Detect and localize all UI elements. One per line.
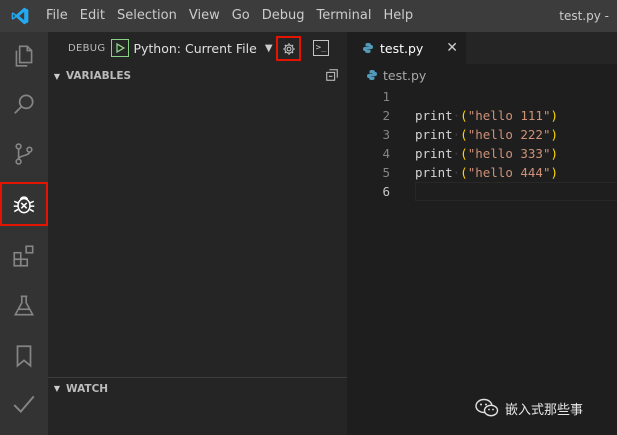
activity-testing[interactable] [0, 284, 48, 328]
debug-sidebar: DEBUG Python: Current File ▼ >_ ▼ VARIAB… [48, 32, 347, 435]
activity-bookmarks[interactable] [0, 334, 48, 378]
activity-source-control[interactable] [0, 132, 48, 176]
line-number: 5 [382, 165, 390, 180]
line-number: 6 [382, 184, 390, 199]
gear-icon [282, 42, 295, 55]
chevron-down-icon: ▼ [53, 384, 61, 393]
start-debugging-button[interactable] [111, 39, 130, 57]
line-number: 3 [382, 127, 390, 142]
debug-toolbar: DEBUG Python: Current File ▼ >_ [48, 32, 347, 64]
close-icon[interactable]: ✕ [446, 40, 458, 56]
watch-section-header[interactable]: ▼ WATCH [48, 377, 347, 399]
search-icon [14, 94, 34, 114]
menu-edit[interactable]: Edit [74, 0, 111, 32]
variables-section-title: VARIABLES [66, 70, 132, 82]
menu-view[interactable]: View [183, 0, 226, 32]
tab-test-py[interactable]: test.py ✕ [348, 32, 466, 64]
code-line: 2 print·("hello 111") [348, 106, 617, 125]
tab-label: test.py [380, 40, 424, 56]
editor-tabs: test.py ✕ [348, 32, 617, 64]
source-control-icon [15, 143, 33, 165]
code-string: "hello 333" [467, 146, 551, 161]
check-icon [13, 395, 35, 414]
bug-icon [13, 196, 35, 214]
activity-explorer[interactable] [0, 34, 48, 78]
variables-section-header[interactable]: ▼ VARIABLES [48, 65, 347, 87]
terminal-icon: >_ [315, 43, 327, 53]
activity-bar [0, 32, 48, 435]
dropdown-arrow-icon: ▼ [264, 42, 273, 54]
menu-terminal[interactable]: Terminal [311, 0, 378, 32]
code-line-current: 6 [348, 182, 617, 201]
code-string: "hello 111" [467, 108, 551, 123]
menu-selection[interactable]: Selection [111, 0, 183, 32]
watermark: 嵌入式那些事 [475, 398, 583, 418]
watermark-text: 嵌入式那些事 [505, 402, 584, 418]
code-line: 3 print·("hello 222") [348, 125, 617, 144]
watch-section-title: WATCH [66, 382, 109, 395]
title-bar: File Edit Selection View Go Debug Termin… [0, 0, 617, 32]
bookmark-icon [16, 345, 32, 368]
chevron-down-icon: ▼ [53, 71, 61, 81]
code-line: 4 print·("hello 333") [348, 144, 617, 163]
code-line: 1 [348, 87, 617, 106]
python-file-icon [367, 70, 377, 80]
line-number: 4 [382, 146, 390, 161]
files-icon [15, 45, 33, 67]
code-function: print [415, 108, 453, 123]
debug-label: DEBUG [68, 42, 106, 54]
menu-file[interactable]: File [40, 0, 74, 32]
menu-debug[interactable]: Debug [256, 0, 311, 32]
debug-configuration-select[interactable]: Python: Current File ▼ [133, 41, 272, 56]
flask-icon [13, 295, 35, 316]
window-title: test.py - [559, 9, 609, 23]
collapse-all-icon[interactable] [325, 68, 339, 82]
debug-console-button[interactable]: >_ [313, 40, 329, 56]
code-function: print [415, 165, 453, 180]
play-icon [116, 43, 126, 53]
code-string: "hello 444" [467, 165, 551, 180]
code-function: print [415, 127, 453, 142]
menu-help[interactable]: Help [377, 0, 419, 32]
code-function: print [415, 146, 453, 161]
activity-tasks[interactable] [0, 382, 48, 426]
menu-bar: File Edit Selection View Go Debug Termin… [40, 0, 419, 32]
code-line: 5 print·("hello 444") [348, 163, 617, 182]
debug-configuration-value: Python: Current File [133, 40, 257, 56]
extensions-icon [13, 245, 34, 267]
activity-search[interactable] [0, 82, 48, 126]
vscode-logo-icon [0, 0, 40, 32]
wechat-icon [475, 398, 499, 417]
open-launch-json-button[interactable] [276, 36, 301, 61]
breadcrumb: test.py [348, 64, 617, 86]
line-number: 1 [382, 89, 390, 104]
current-line-highlight [415, 182, 617, 201]
menu-go[interactable]: Go [226, 0, 256, 32]
code-editor[interactable]: 1 2 print·("hello 111") 3 print·("hello … [348, 86, 617, 435]
activity-extensions[interactable] [0, 234, 48, 278]
code-string: "hello 222" [467, 127, 551, 142]
activity-debug[interactable] [0, 182, 48, 226]
breadcrumb-file[interactable]: test.py [383, 68, 426, 83]
line-number: 2 [382, 108, 390, 123]
python-file-icon [363, 43, 373, 53]
